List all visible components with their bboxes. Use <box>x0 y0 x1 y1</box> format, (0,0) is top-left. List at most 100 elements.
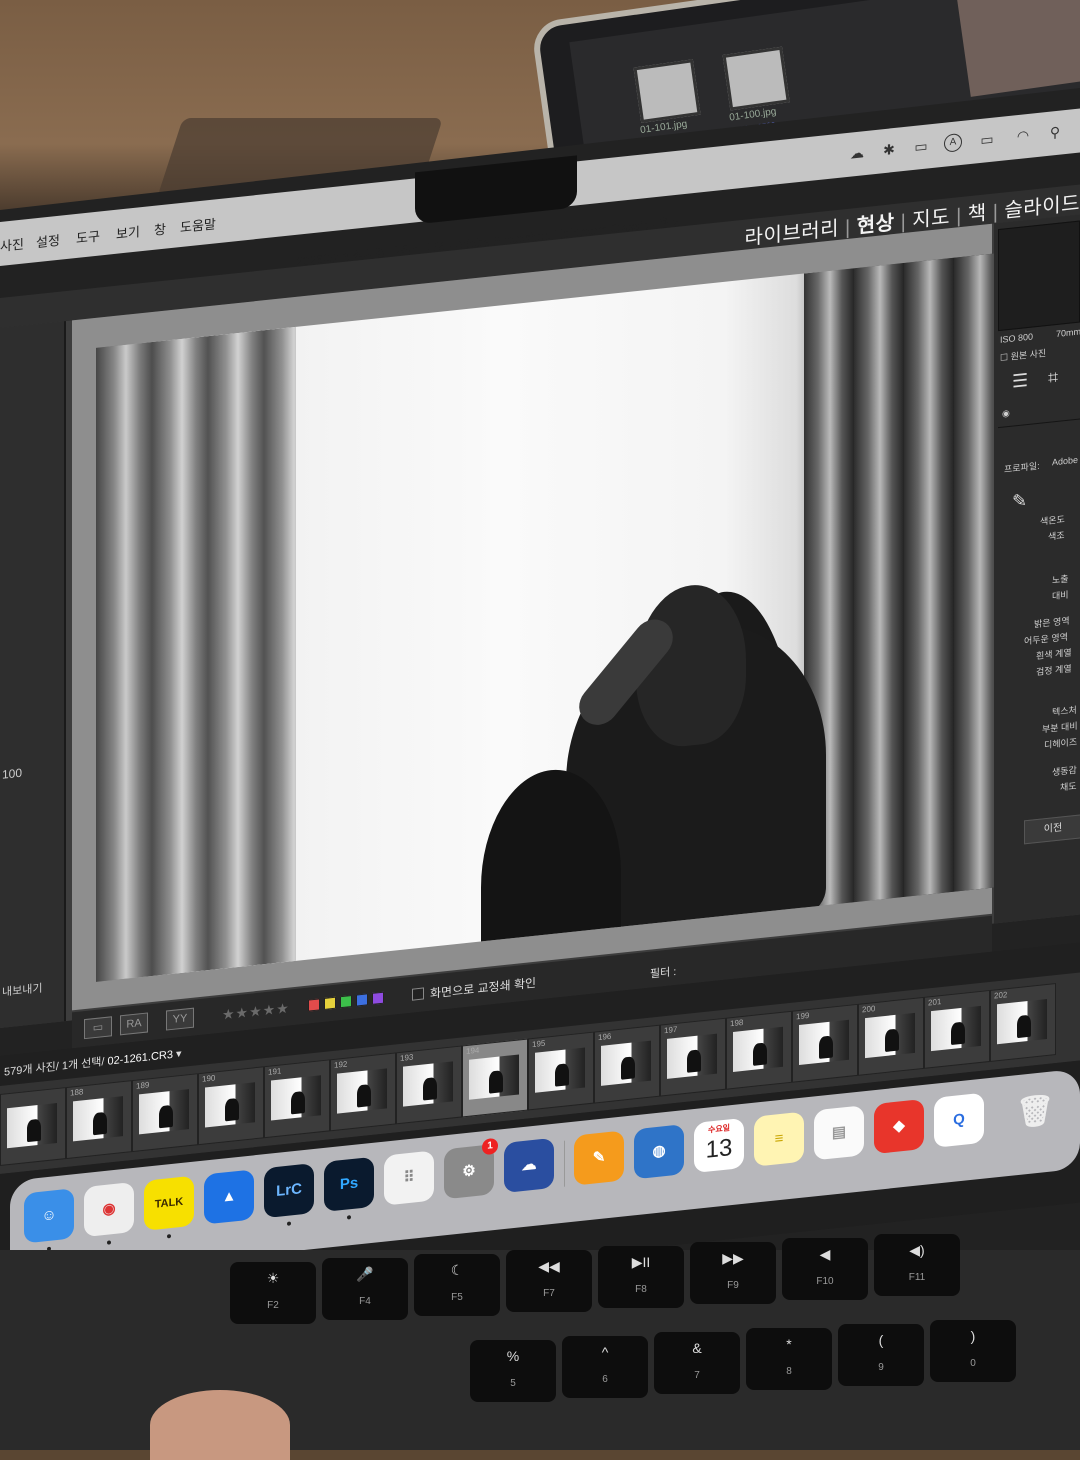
thumb-number: 191 <box>268 1066 282 1077</box>
label-yellow[interactable] <box>324 996 336 1010</box>
lightroom-classic-icon[interactable]: LrC <box>264 1162 314 1219</box>
key-forward[interactable]: ▶▶ F9 <box>690 1242 776 1304</box>
thumbnail-image <box>799 1019 849 1066</box>
bluetooth-icon[interactable]: ✱ <box>878 139 900 159</box>
film-thumb[interactable]: 199 <box>792 1003 858 1083</box>
text-input-icon[interactable]: A <box>944 132 962 153</box>
soft-proof-toggle[interactable]: 화면으로 교정쇄 확인 <box>412 974 536 1004</box>
key-9[interactable]: (9 <box>838 1324 924 1386</box>
menu-view[interactable]: 보기 <box>116 221 140 243</box>
dock-separator <box>564 1140 565 1187</box>
photoshop-icon[interactable]: Ps <box>324 1156 374 1212</box>
selected-file[interactable]: 02-1261.CR3 <box>108 1049 173 1068</box>
thumbnail-image <box>469 1054 519 1100</box>
film-thumb[interactable]: 193 <box>396 1045 462 1125</box>
trash-icon[interactable]: 🗑 <box>1010 1085 1060 1140</box>
freeform-icon[interactable]: ▤ <box>814 1105 864 1161</box>
film-thumb[interactable]: 190 <box>198 1066 264 1146</box>
migration-assistant-icon[interactable]: ◍ <box>634 1124 684 1180</box>
before-after-button[interactable]: RA <box>120 1012 148 1036</box>
pages-icon[interactable]: ✎ <box>574 1130 624 1186</box>
edit-sliders-icon[interactable]: ☰ <box>1012 370 1028 393</box>
film-thumb-selected[interactable]: 194 <box>462 1038 528 1118</box>
key-5[interactable]: % 5 <box>470 1340 556 1402</box>
film-thumb[interactable]: 197 <box>660 1017 726 1097</box>
label-red[interactable] <box>308 998 320 1012</box>
curtain-left <box>96 326 296 982</box>
wifi-icon[interactable]: ◠ <box>1012 125 1034 145</box>
system-settings-icon[interactable]: ⚙ 1 <box>444 1137 498 1200</box>
eyedropper-icon[interactable]: ✎ <box>1012 490 1027 513</box>
thumbnail-image <box>733 1026 783 1072</box>
notes-icon[interactable]: ≡ <box>754 1111 804 1167</box>
thumb-number: 202 <box>994 990 1008 1001</box>
film-thumb[interactable]: 189 <box>132 1073 198 1153</box>
menu-tools[interactable]: 도구 <box>76 225 100 247</box>
export-button[interactable]: 내보내기 <box>2 980 42 1000</box>
camera-notch <box>415 155 577 225</box>
texture-label: 텍스처 <box>1052 704 1077 718</box>
film-thumb[interactable]: 191 <box>264 1059 330 1139</box>
soft-proof-checkbox[interactable] <box>412 987 424 1001</box>
film-thumb[interactable]: 201 <box>924 989 990 1069</box>
phone-thumbnail-2[interactable] <box>722 46 790 111</box>
rating-stars[interactable]: ★★★★★ <box>222 1000 290 1024</box>
anydesk-icon[interactable]: ◆ <box>874 1098 924 1155</box>
chrome-icon[interactable]: ◉ <box>84 1181 134 1238</box>
battery-icon[interactable]: ▭ <box>976 129 998 149</box>
film-thumb[interactable]: 188 <box>66 1080 132 1160</box>
menu-window[interactable]: 창 <box>154 219 166 239</box>
key-8[interactable]: * 8 <box>746 1328 832 1390</box>
filter-label[interactable]: 필터 : <box>650 963 676 982</box>
calendar-icon[interactable]: 수요일 13 <box>694 1117 744 1174</box>
keynote-icon[interactable]: ▲ <box>204 1169 254 1225</box>
eye-icon[interactable]: ◉ <box>1002 408 1010 420</box>
original-photo-label: 원본 사진 <box>1010 348 1047 362</box>
image-canvas[interactable] <box>72 223 994 1011</box>
quicktime-icon[interactable]: Q <box>934 1092 984 1148</box>
figure-knees <box>481 762 621 982</box>
key-6[interactable]: ^ 6 <box>562 1336 648 1398</box>
film-thumb[interactable]: 202 <box>990 983 1056 1062</box>
finder-icon[interactable]: ☺ <box>24 1188 74 1244</box>
film-thumb[interactable]: 195 <box>528 1031 594 1111</box>
film-thumb[interactable]: 198 <box>726 1010 792 1090</box>
original-photo-checkbox[interactable]: ☐ 원본 사진 <box>1000 346 1046 364</box>
key-0[interactable]: ) 0 <box>930 1320 1016 1382</box>
key-dictation[interactable]: 🎤 F4 <box>322 1258 408 1320</box>
profile-value[interactable]: Adobe <box>1052 455 1078 468</box>
thumb-number: 192 <box>334 1059 348 1070</box>
menu-photo[interactable]: 사진 <box>0 233 24 255</box>
key-volume[interactable]: ◀) F11 <box>874 1234 960 1296</box>
film-thumb[interactable] <box>0 1087 66 1166</box>
key-brightness[interactable]: ☀︎ F2 <box>230 1262 316 1324</box>
key-mute[interactable]: ◀ F10 <box>782 1238 868 1300</box>
loupe-view-button[interactable]: ▭ <box>84 1016 112 1040</box>
wb-tint-label: 색조 <box>1048 530 1065 542</box>
menu-help[interactable]: 도움말 <box>180 213 216 236</box>
menu-settings[interactable]: 설정 <box>36 230 60 252</box>
cloud-app-icon[interactable]: ☁ <box>504 1137 554 1194</box>
key-7[interactable]: & 7 <box>654 1332 740 1394</box>
creative-cloud-icon[interactable]: ☁ <box>846 143 868 163</box>
before-after-swap-button[interactable]: YY <box>166 1007 194 1031</box>
saturation-label: 채도 <box>1060 780 1077 793</box>
crop-icon[interactable]: ⌗ <box>1048 367 1058 389</box>
previous-button[interactable]: 이전 <box>1024 814 1080 845</box>
film-thumb[interactable]: 196 <box>594 1024 660 1104</box>
key-focus[interactable]: ☾ F5 <box>414 1254 500 1316</box>
film-thumb[interactable]: 200 <box>858 996 924 1076</box>
display-icon[interactable]: ▭ <box>910 136 932 156</box>
label-purple[interactable] <box>372 991 384 1005</box>
kakaotalk-icon[interactable]: TALK <box>144 1175 194 1231</box>
thumb-number: 199 <box>796 1010 810 1022</box>
search-icon[interactable]: ⚲ <box>1044 122 1066 142</box>
key-rewind[interactable]: ◀◀ F7 <box>506 1250 592 1312</box>
label-blue[interactable] <box>356 993 368 1007</box>
phone-thumbnail-1[interactable] <box>633 59 701 124</box>
key-play[interactable]: ▶II F8 <box>598 1246 684 1308</box>
label-green[interactable] <box>340 995 352 1009</box>
module-book[interactable]: 책 <box>968 202 987 226</box>
film-thumb[interactable]: 192 <box>330 1052 396 1132</box>
launchpad-icon[interactable]: ⠿ <box>384 1150 434 1206</box>
